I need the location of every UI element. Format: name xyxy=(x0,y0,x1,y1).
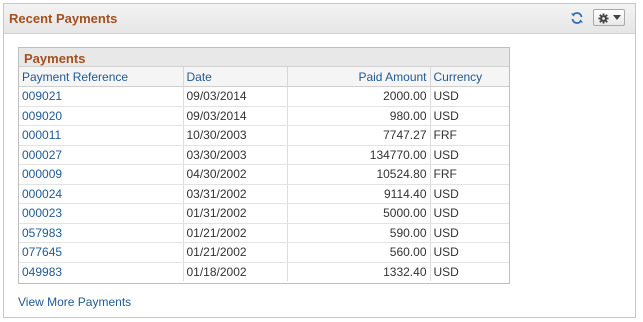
panel-title: Recent Payments xyxy=(9,11,118,26)
payment-date: 04/30/2002 xyxy=(183,164,288,185)
currency: USD xyxy=(430,106,509,126)
payment-reference-link[interactable]: 000024 xyxy=(19,184,184,204)
column-header-payment-reference[interactable]: Payment Reference xyxy=(19,67,184,87)
currency: USD xyxy=(430,86,509,107)
chevron-down-icon xyxy=(613,15,621,20)
payment-date: 01/31/2002 xyxy=(183,203,288,224)
currency: USD xyxy=(430,145,509,165)
column-header-date[interactable]: Date xyxy=(183,67,288,87)
payment-reference-link[interactable]: 000011 xyxy=(19,125,184,146)
payment-reference-link[interactable]: 049983 xyxy=(19,262,184,281)
payment-date: 03/30/2003 xyxy=(183,145,288,165)
table-row: 009020 09/03/2014 980.00 USD xyxy=(19,106,509,126)
payment-date: 01/21/2002 xyxy=(183,223,288,243)
payment-reference-link[interactable]: 000009 xyxy=(19,164,184,185)
payment-date: 10/30/2003 xyxy=(183,125,288,146)
payment-reference-link[interactable]: 009020 xyxy=(19,106,184,126)
currency: USD xyxy=(430,184,509,204)
payment-reference-link[interactable]: 009021 xyxy=(19,86,184,107)
paid-amount: 9114.40 xyxy=(287,184,431,204)
grid-title: Payments xyxy=(19,48,509,67)
currency: FRF xyxy=(430,164,509,185)
table-row: 009021 09/03/2014 2000.00 USD xyxy=(19,86,509,107)
column-header-currency[interactable]: Currency xyxy=(430,67,509,87)
payment-reference-link[interactable]: 000023 xyxy=(19,203,184,224)
table-row: 057983 01/21/2002 590.00 USD xyxy=(19,223,509,243)
view-more-payments-link[interactable]: View More Payments xyxy=(18,295,131,309)
payment-date: 01/18/2002 xyxy=(183,262,288,281)
paid-amount: 590.00 xyxy=(287,223,431,243)
currency: USD xyxy=(430,203,509,224)
column-header-paid-amount[interactable]: Paid Amount xyxy=(287,67,431,87)
payment-date: 01/21/2002 xyxy=(183,242,288,263)
paid-amount: 560.00 xyxy=(287,242,431,263)
payment-date: 09/03/2014 xyxy=(183,86,288,107)
paid-amount: 134770.00 xyxy=(287,145,431,165)
payments-table: Payment Reference Date Paid Amount Curre… xyxy=(19,67,509,281)
payments-grid: Payments Payment Reference Date Paid Amo… xyxy=(18,47,510,284)
table-row: 077645 01/21/2002 560.00 USD xyxy=(19,242,509,263)
paid-amount: 1332.40 xyxy=(287,262,431,281)
paid-amount: 10524.80 xyxy=(287,164,431,185)
gear-icon xyxy=(598,13,609,24)
payment-reference-link[interactable]: 077645 xyxy=(19,242,184,263)
table-row: 000024 03/31/2002 9114.40 USD xyxy=(19,184,509,204)
payment-reference-link[interactable]: 057983 xyxy=(19,223,184,243)
paid-amount: 5000.00 xyxy=(287,203,431,224)
currency: USD xyxy=(430,242,509,263)
table-row: 000009 04/30/2002 10524.80 FRF xyxy=(19,164,509,185)
currency: USD xyxy=(430,223,509,243)
recent-payments-panel: Recent Payments Payments Payment Referen… xyxy=(3,3,636,318)
paid-amount: 980.00 xyxy=(287,106,431,126)
currency: USD xyxy=(433,264,459,279)
table-row: 000011 10/30/2003 7747.27 FRF xyxy=(19,125,509,146)
paid-amount: 2000.00 xyxy=(287,86,431,107)
settings-menu-button[interactable] xyxy=(593,9,625,26)
payment-reference-link[interactable]: 000027 xyxy=(19,145,184,165)
payment-date: 03/31/2002 xyxy=(183,184,288,204)
table-row: 000023 01/31/2002 5000.00 USD xyxy=(19,203,509,224)
currency: FRF xyxy=(430,125,509,146)
table-row: 000027 03/30/2003 134770.00 USD xyxy=(19,145,509,165)
payment-date: 09/03/2014 xyxy=(183,106,288,126)
panel-header: Recent Payments xyxy=(4,4,635,34)
table-row: 049983 01/18/2002 1332.40 USD xyxy=(19,262,509,281)
refresh-icon[interactable] xyxy=(570,11,584,25)
paid-amount: 7747.27 xyxy=(287,125,431,146)
table-header-row: Payment Reference Date Paid Amount Curre… xyxy=(19,67,509,87)
